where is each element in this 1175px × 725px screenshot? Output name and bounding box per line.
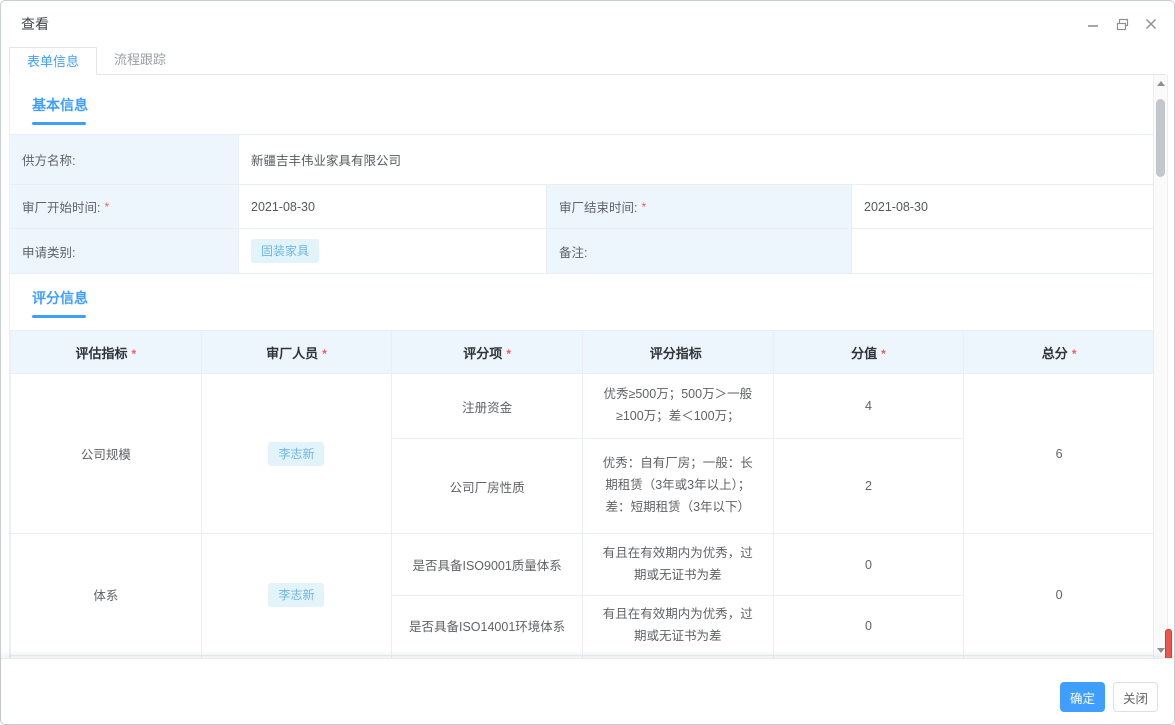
required-mark: *: [506, 347, 511, 361]
field-label-supplier-name: 供方名称:: [10, 135, 239, 185]
col-header-evaluation-indicator: 评估指标*: [11, 331, 202, 374]
cell-score-value: 4: [773, 374, 964, 439]
field-label-audit-start-time: 审厂开始时间: *: [10, 185, 239, 229]
category-tag: 固装家具: [251, 239, 319, 263]
scrollbar-thumb[interactable]: [1156, 99, 1165, 177]
col-header-score-value: 分值*: [773, 331, 964, 374]
tab-bar: 表单信息 流程跟踪: [9, 47, 1166, 75]
field-value-audit-start-time: 2021-08-30: [239, 185, 547, 229]
field-value-supplier-name: 新疆吉丰伟业家具有限公司: [239, 135, 1155, 185]
col-header-score-item: 评分项*: [392, 331, 583, 374]
score-table: 评估指标* 审厂人员* 评分项* 评分指标 分值* 总分* 公司规模 李志新 注…: [10, 330, 1155, 659]
dialog-body: 基本信息 供方名称: 新疆吉丰伟业家具有限公司 审厂开始时间: * 2021-0…: [9, 75, 1168, 659]
field-value-apply-category: 固装家具: [239, 229, 547, 274]
cell-score-value: 0: [773, 534, 964, 596]
cell-total-score: 0: [964, 534, 1155, 656]
close-dialog-button[interactable]: 关闭: [1113, 682, 1158, 712]
cell-total-score: 6: [964, 374, 1155, 534]
required-mark: *: [322, 347, 327, 361]
restore-icon: [1116, 18, 1129, 31]
required-mark: *: [104, 200, 109, 214]
minimize-button[interactable]: [1086, 17, 1100, 31]
restore-button[interactable]: [1115, 17, 1129, 31]
field-label-apply-category: 申请类别:: [10, 229, 239, 274]
vertical-scrollbar[interactable]: [1153, 75, 1167, 659]
tab-form-info[interactable]: 表单信息: [9, 47, 97, 75]
cell-auditor: 李志新: [201, 374, 392, 534]
scroll-down-arrow-icon[interactable]: [1157, 648, 1165, 653]
required-mark: *: [641, 200, 646, 214]
required-mark: *: [132, 347, 137, 361]
required-mark: *: [881, 347, 886, 361]
close-icon: [1145, 18, 1157, 30]
cell-score-item: 注册资金: [392, 374, 583, 439]
cell-indicator-company-scale: 公司规模: [11, 374, 202, 534]
col-header-total-score: 总分*: [964, 331, 1155, 374]
cell-score-item: 公司厂房性质: [392, 439, 583, 534]
field-label-audit-end-time: 审厂结束时间: *: [547, 185, 852, 229]
field-label-remark: 备注:: [547, 229, 852, 274]
score-table-header-row: 评估指标* 审厂人员* 评分项* 评分指标 分值* 总分*: [11, 331, 1155, 374]
dialog-footer: 确定 关闭: [1, 658, 1174, 724]
cell-auditor: 李志新: [201, 534, 392, 656]
col-header-audit-staff: 审厂人员*: [201, 331, 392, 374]
cell-score-item: 是否具备ISO9001质量体系: [392, 534, 583, 596]
minimize-icon: [1087, 18, 1099, 30]
cell-score-criteria: 有且在有效期内为优秀，过期或无证书为差: [582, 534, 773, 596]
cell-indicator-system: 体系: [11, 534, 202, 656]
cell-score-value: 2: [773, 439, 964, 534]
table-row: 体系 李志新 是否具备ISO9001质量体系 有且在有效期内为优秀，过期或无证书…: [11, 534, 1155, 596]
cell-score-criteria: 有且在有效期内为优秀，过期或无证书为差: [582, 596, 773, 656]
cell-score-criteria: 优秀≥500万；500万＞一般≥100万；差＜100万；: [582, 374, 773, 439]
footer-buttons: 确定 关闭: [1060, 682, 1158, 712]
auditor-tag: 李志新: [268, 442, 324, 466]
confirm-button[interactable]: 确定: [1060, 682, 1105, 712]
basic-info-grid: 供方名称: 新疆吉丰伟业家具有限公司 审厂开始时间: * 2021-08-30 …: [10, 134, 1155, 274]
required-mark: *: [1072, 347, 1077, 361]
tab-process-tracking[interactable]: 流程跟踪: [97, 46, 183, 74]
col-header-score-criteria: 评分指标: [582, 331, 773, 374]
window-controls: [1086, 17, 1158, 31]
cell-score-item: 是否具备ISO14001环境体系: [392, 596, 583, 656]
close-button[interactable]: [1144, 17, 1158, 31]
cell-score-criteria: 优秀：自有厂房；一般：长期租赁（3年或3年以上）；差：短期租赁（3年以下）: [582, 439, 773, 534]
auditor-tag: 李志新: [268, 583, 324, 607]
cell-score-value: 0: [773, 596, 964, 656]
scroll-up-arrow-icon[interactable]: [1157, 81, 1165, 86]
section-title-basic-info: 基本信息: [32, 95, 1155, 125]
dialog-title: 查看: [21, 14, 49, 34]
field-value-remark: [852, 229, 1155, 274]
table-row: 公司规模 李志新 注册资金 优秀≥500万；500万＞一般≥100万；差＜100…: [11, 374, 1155, 439]
field-value-audit-end-time: 2021-08-30: [852, 185, 1155, 229]
section-title-score-info: 评分信息: [32, 288, 1155, 318]
